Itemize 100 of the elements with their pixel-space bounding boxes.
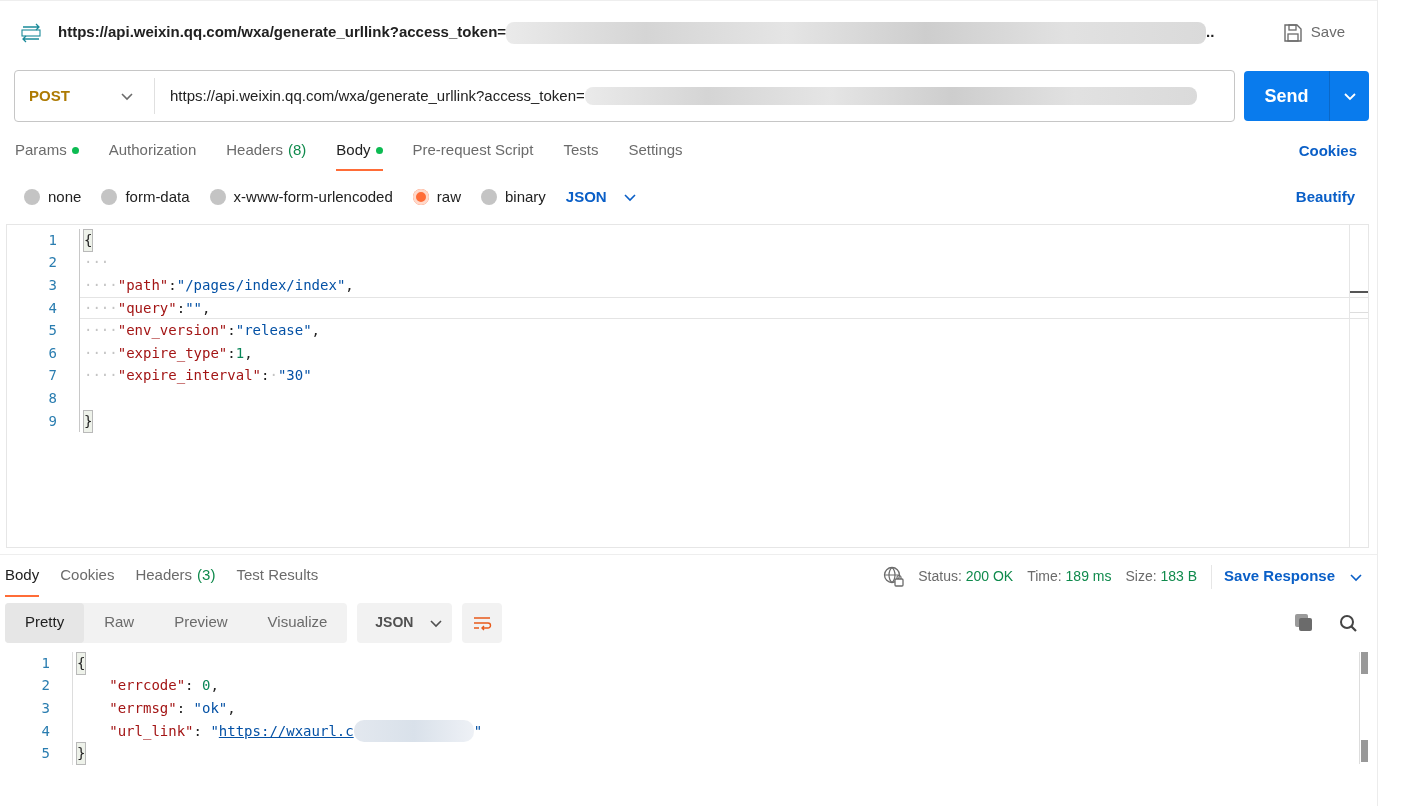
whitespace-marker: ···· [84,298,118,318]
line-number: 5 [40,744,51,764]
send-button[interactable]: Send [1244,71,1329,121]
option-label: form-data [125,186,190,207]
save-icon [1282,22,1303,43]
json-brace: { [84,229,93,251]
url-input[interactable]: https://api.weixin.qq.com/wxa/generate_urllink?access_token= [170,84,585,108]
json-punctuation: : [176,298,186,318]
request-tab[interactable]: Tests [563,131,599,171]
radio-button[interactable] [480,189,497,205]
code-editor[interactable]: 1 { 2 ··· 3 ····"path":"/pages/index/index", 4 ····"query":"", 5 ····"env_version":"release", 6 ····"expire_type":1, 7 ····"expire_interval":·"30" 8 9 } [6,224,1369,548]
method-dropdown[interactable]: POST [15,78,155,114]
response-tab[interactable]: Cookies [60,556,115,597]
whitespace-marker: ···· [84,366,118,386]
format-dropdown[interactable]: JSON [565,185,637,209]
copy-icon [1294,613,1313,632]
json-string: "ok" [193,699,228,718]
copy-button[interactable] [1294,613,1313,632]
line-number: 3 [40,699,51,718]
whitespace-marker: ···· [84,276,118,295]
json-key: "expire_interval" [117,365,261,387]
json-string: " [473,721,483,741]
json-brace: } [84,410,93,432]
request-tab[interactable]: Params [15,131,79,171]
cookies-link[interactable]: Cookies [1298,139,1357,163]
search-icon [1339,613,1357,632]
chevron-down-icon [622,191,637,203]
json-punctuation: , [311,321,321,341]
line-number: 1 [40,653,51,673]
radio-button[interactable] [24,189,40,205]
body-type-option[interactable]: raw [412,185,461,209]
http-icon [20,21,42,44]
wrap-lines-button[interactable] [462,602,503,643]
view-mode-tab[interactable]: Preview [154,602,248,643]
json-punctuation: : [261,366,270,386]
globe-lock-icon[interactable] [883,566,905,587]
json-punctuation: , [244,343,253,363]
chevron-down-icon [1342,90,1357,102]
radio-button[interactable] [209,189,226,205]
request-tab[interactable]: Headers (8) [226,131,307,171]
radio-button[interactable] [412,189,429,205]
request-title: https://api.weixin.qq.com/wxa/generate_urllink?access_token= [58,22,507,43]
chevron-down-icon [120,90,134,102]
json-punctuation: , [345,276,354,295]
json-punctuation: : [185,676,195,696]
line-number: 9 [47,411,58,431]
json-punctuation: : [227,321,236,341]
body-type-option[interactable]: form-data [101,185,190,209]
search-button[interactable] [1339,613,1357,632]
whitespace-marker: ···· [84,343,118,363]
json-number: 1 [235,343,245,363]
json-brace: { [77,652,86,674]
response-tab[interactable]: Test Results [236,556,319,597]
whitespace-marker: · [269,366,278,386]
json-string: "release" [235,321,312,341]
line-number: 4 [47,298,58,318]
response-tab[interactable]: Headers (3) [135,556,216,597]
request-tab[interactable]: Pre-request Script [412,131,534,171]
option-label: raw [436,186,461,207]
line-number: 2 [40,676,51,696]
json-punctuation: : [176,699,187,718]
json-key: "env_version" [117,320,228,342]
json-string: "/pages/index/index" [176,276,346,295]
scrollbar[interactable] [1359,652,1367,764]
json-string: " [210,721,219,741]
request-tab[interactable]: Body [336,131,383,171]
line-number: 7 [47,366,58,386]
body-type-option[interactable]: x-www-form-urlencoded [209,185,393,209]
body-type-option[interactable]: binary [480,185,546,209]
response-stat: Time: 189 ms [1027,567,1112,586]
json-key: "errcode" [109,675,186,697]
beautify-link[interactable]: Beautify [1295,185,1355,209]
radio-button[interactable] [101,189,118,205]
save-button[interactable]: Save [1276,20,1351,45]
format-dropdown[interactable]: JSON [357,602,453,643]
json-punctuation: : [193,721,203,741]
json-key: "errmsg" [109,698,177,719]
json-key: "query" [117,297,177,319]
view-mode-tab[interactable]: Visualize [247,602,348,643]
json-number: 0 [201,676,211,696]
url-link[interactable]: https://wxaurl.c [218,720,354,742]
line-number: 4 [40,721,51,741]
line-number: 6 [47,343,58,363]
line-number: 5 [47,321,58,341]
json-punctuation: , [202,298,211,318]
json-punctuation: : [168,276,177,295]
save-response-dropdown[interactable]: Save Response [1224,565,1363,588]
body-type-option[interactable]: none [24,185,82,209]
send-options-button[interactable] [1329,71,1369,121]
view-mode-tab[interactable]: Raw [84,602,155,643]
request-tab[interactable]: Authorization [108,131,197,171]
request-tab[interactable]: Settings [628,131,683,171]
response-stat: Status: 200 OK [918,567,1014,586]
response-stat: Size: 183 B [1125,567,1198,586]
view-mode-tab[interactable]: Pretty [5,602,85,643]
option-label: binary [504,186,546,207]
line-number: 8 [47,388,58,408]
option-label: none [48,186,82,207]
scrollbar[interactable] [1349,225,1368,547]
response-tab[interactable]: Body [5,556,40,597]
